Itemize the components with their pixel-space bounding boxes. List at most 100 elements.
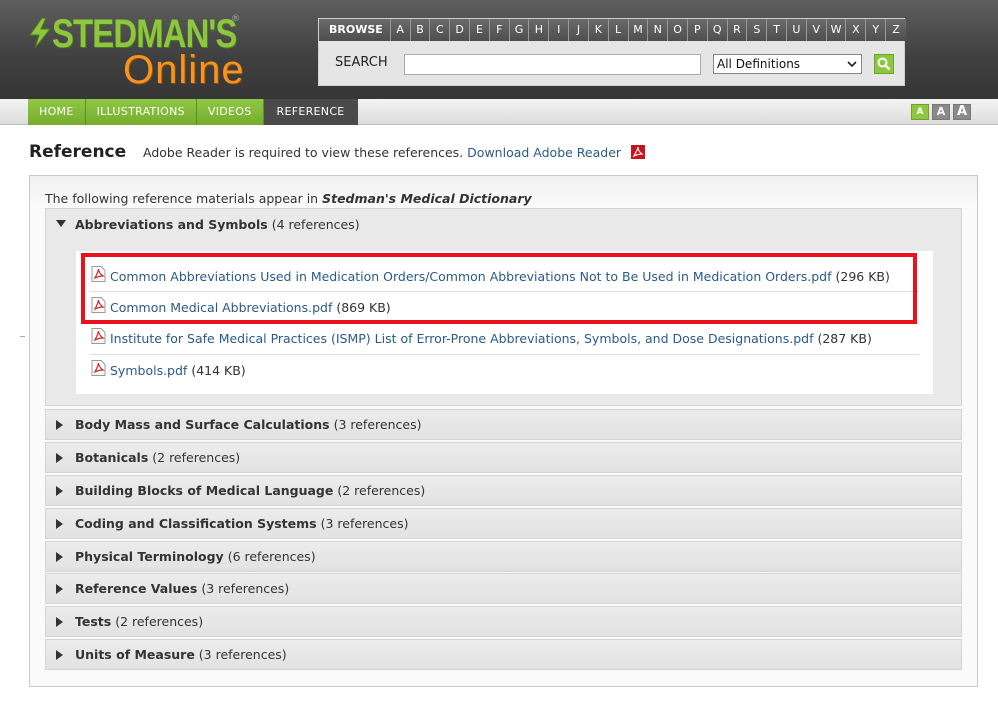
reference-link[interactable]: Common Abbreviations Used in Medication … xyxy=(110,269,832,284)
file-size: (414 KB) xyxy=(191,363,246,378)
lightning-bolt-icon xyxy=(29,18,52,48)
file-size: (296 KB) xyxy=(835,269,890,284)
triangle-right-icon xyxy=(56,584,63,594)
section-coding-and-classification-systems[interactable]: Coding and Classification Systems (3 ref… xyxy=(45,508,962,539)
search-icon xyxy=(877,57,891,71)
download-adobe-reader-link[interactable]: Download Adobe Reader xyxy=(467,145,621,160)
section-name: Units of Measure xyxy=(75,647,195,662)
section-count: (4 references) xyxy=(271,217,360,232)
page-title: Reference xyxy=(29,142,127,162)
font-size-controls: A A A xyxy=(911,104,971,120)
section-title: Reference Values (3 references) xyxy=(75,581,289,596)
section-count: (3 references) xyxy=(320,516,409,531)
browse-letter-v[interactable]: V xyxy=(807,19,827,41)
browse-letter-t[interactable]: T xyxy=(767,19,788,41)
browse-letter-l[interactable]: L xyxy=(609,19,629,41)
section-header[interactable]: Abbreviations and Symbols (4 references) xyxy=(46,209,961,241)
browse-letter-y[interactable]: Y xyxy=(866,19,887,41)
font-size-medium-button[interactable]: A xyxy=(932,104,950,120)
triangle-right-icon xyxy=(56,552,63,562)
browse-letter-o[interactable]: O xyxy=(668,19,688,41)
reference-panel: The following reference materials appear… xyxy=(29,175,978,687)
list-item: Institute for Safe Medical Practices (IS… xyxy=(90,322,919,353)
section-name: Physical Terminology xyxy=(75,549,224,564)
section-physical-terminology[interactable]: Physical Terminology (6 references) xyxy=(45,541,962,572)
section-building-blocks-of-medical-language[interactable]: Building Blocks of Medical Language (2 r… xyxy=(45,475,962,506)
search-panel: BROWSE ABCDEFGHIJKLMNOPQRSTUVWXYZ S E A R C H… xyxy=(318,18,906,86)
reference-link[interactable]: Symbols.pdf xyxy=(110,363,187,378)
triangle-right-icon xyxy=(56,420,63,430)
tab-videos[interactable]: VIDEOS xyxy=(196,99,264,125)
section-body-mass-and-surface-calculations[interactable]: Body Mass and Surface Calculations (3 re… xyxy=(45,409,962,440)
tab-reference[interactable]: REFERENCE xyxy=(263,99,358,125)
list-item: Common Medical Abbreviations.pdf (869 KB… xyxy=(90,291,919,322)
section-count: (2 references) xyxy=(337,483,426,498)
browse-letter-n[interactable]: N xyxy=(648,19,669,41)
adobe-note-text: Adobe Reader is required to view these r… xyxy=(143,145,464,160)
registered-mark: ® xyxy=(231,14,240,24)
search-input[interactable] xyxy=(404,54,701,75)
section-title: Physical Terminology (6 references) xyxy=(75,549,316,564)
browse-letter-g[interactable]: G xyxy=(510,19,530,41)
browse-letter-x[interactable]: X xyxy=(846,19,867,41)
tab-illustrations[interactable]: ILLUSTRATIONS xyxy=(85,99,197,125)
search-button[interactable] xyxy=(874,54,894,74)
section-name: Body Mass and Surface Calculations xyxy=(75,417,330,432)
browse-bar: BROWSE ABCDEFGHIJKLMNOPQRSTUVWXYZ xyxy=(319,19,906,41)
pdf-icon xyxy=(91,328,106,344)
triangle-right-icon xyxy=(56,519,63,529)
section-name: Botanicals xyxy=(75,450,149,465)
browse-letter-c[interactable]: C xyxy=(430,19,451,41)
browse-letter-a[interactable]: A xyxy=(391,19,411,41)
browse-letter-w[interactable]: W xyxy=(827,19,847,41)
pdf-icon xyxy=(91,297,106,313)
main-nav: HOME ILLUSTRATIONS VIDEOS REFERENCE A A … xyxy=(0,99,998,125)
pdf-icon xyxy=(91,266,106,282)
section-name: Reference Values xyxy=(75,581,198,596)
section-title: Botanicals (2 references) xyxy=(75,450,240,465)
browse-letter-q[interactable]: Q xyxy=(708,19,728,41)
browse-letter-b[interactable]: B xyxy=(411,19,431,41)
browse-letter-f[interactable]: F xyxy=(490,19,510,41)
browse-letter-p[interactable]: P xyxy=(688,19,708,41)
stedmans-online-logo[interactable]: STEDMAN'S ® Online xyxy=(28,12,293,92)
font-size-large-button[interactable]: A xyxy=(953,104,971,120)
triangle-right-icon xyxy=(56,650,63,660)
adobe-pdf-icon[interactable] xyxy=(631,145,646,159)
browse-letter-d[interactable]: D xyxy=(450,19,471,41)
section-title: Abbreviations and Symbols (4 references) xyxy=(75,217,360,232)
section-title: Tests (2 references) xyxy=(75,614,203,629)
site-header: STEDMAN'S ® Online BROWSE ABCDEFGHIJKLMN… xyxy=(0,0,998,99)
browse-letter-u[interactable]: U xyxy=(787,19,807,41)
reference-link[interactable]: Institute for Safe Medical Practices (IS… xyxy=(110,331,813,346)
browse-label: BROWSE xyxy=(319,19,391,41)
browse-letter-j[interactable]: J xyxy=(569,19,589,41)
list-item: Symbols.pdf (414 KB) xyxy=(90,354,919,385)
section-botanicals[interactable]: Botanicals (2 references) xyxy=(45,442,962,473)
section-tests[interactable]: Tests (2 references) xyxy=(45,606,962,637)
section-count: (2 references) xyxy=(115,614,204,629)
search-scope-select[interactable]: All Definitions xyxy=(713,54,862,74)
pdf-icon xyxy=(91,360,106,376)
section-title: Coding and Classification Systems (3 ref… xyxy=(75,516,408,531)
reference-link[interactable]: Common Medical Abbreviations.pdf xyxy=(110,300,332,315)
tab-home[interactable]: HOME xyxy=(28,99,86,125)
browse-letter-z[interactable]: Z xyxy=(886,19,906,41)
section-units-of-measure[interactable]: Units of Measure (3 references) xyxy=(45,639,962,670)
browse-letter-s[interactable]: S xyxy=(747,19,768,41)
triangle-down-icon xyxy=(56,220,66,227)
browse-letter-k[interactable]: K xyxy=(589,19,609,41)
section-reference-values[interactable]: Reference Values (3 references) xyxy=(45,573,962,604)
font-size-small-button[interactable]: A xyxy=(911,104,929,120)
triangle-right-icon xyxy=(56,617,63,627)
browse-letter-i[interactable]: I xyxy=(549,19,570,41)
browse-letter-h[interactable]: H xyxy=(529,19,550,41)
file-size: (287 KB) xyxy=(817,331,872,346)
intro-source: Stedman's Medical Dictionary xyxy=(322,191,532,206)
browse-letter-e[interactable]: E xyxy=(470,19,490,41)
divider xyxy=(20,336,25,337)
browse-letter-r[interactable]: R xyxy=(728,19,748,41)
section-name: Abbreviations and Symbols xyxy=(75,217,268,232)
browse-letter-m[interactable]: M xyxy=(629,19,649,41)
section-name: Coding and Classification Systems xyxy=(75,516,317,531)
